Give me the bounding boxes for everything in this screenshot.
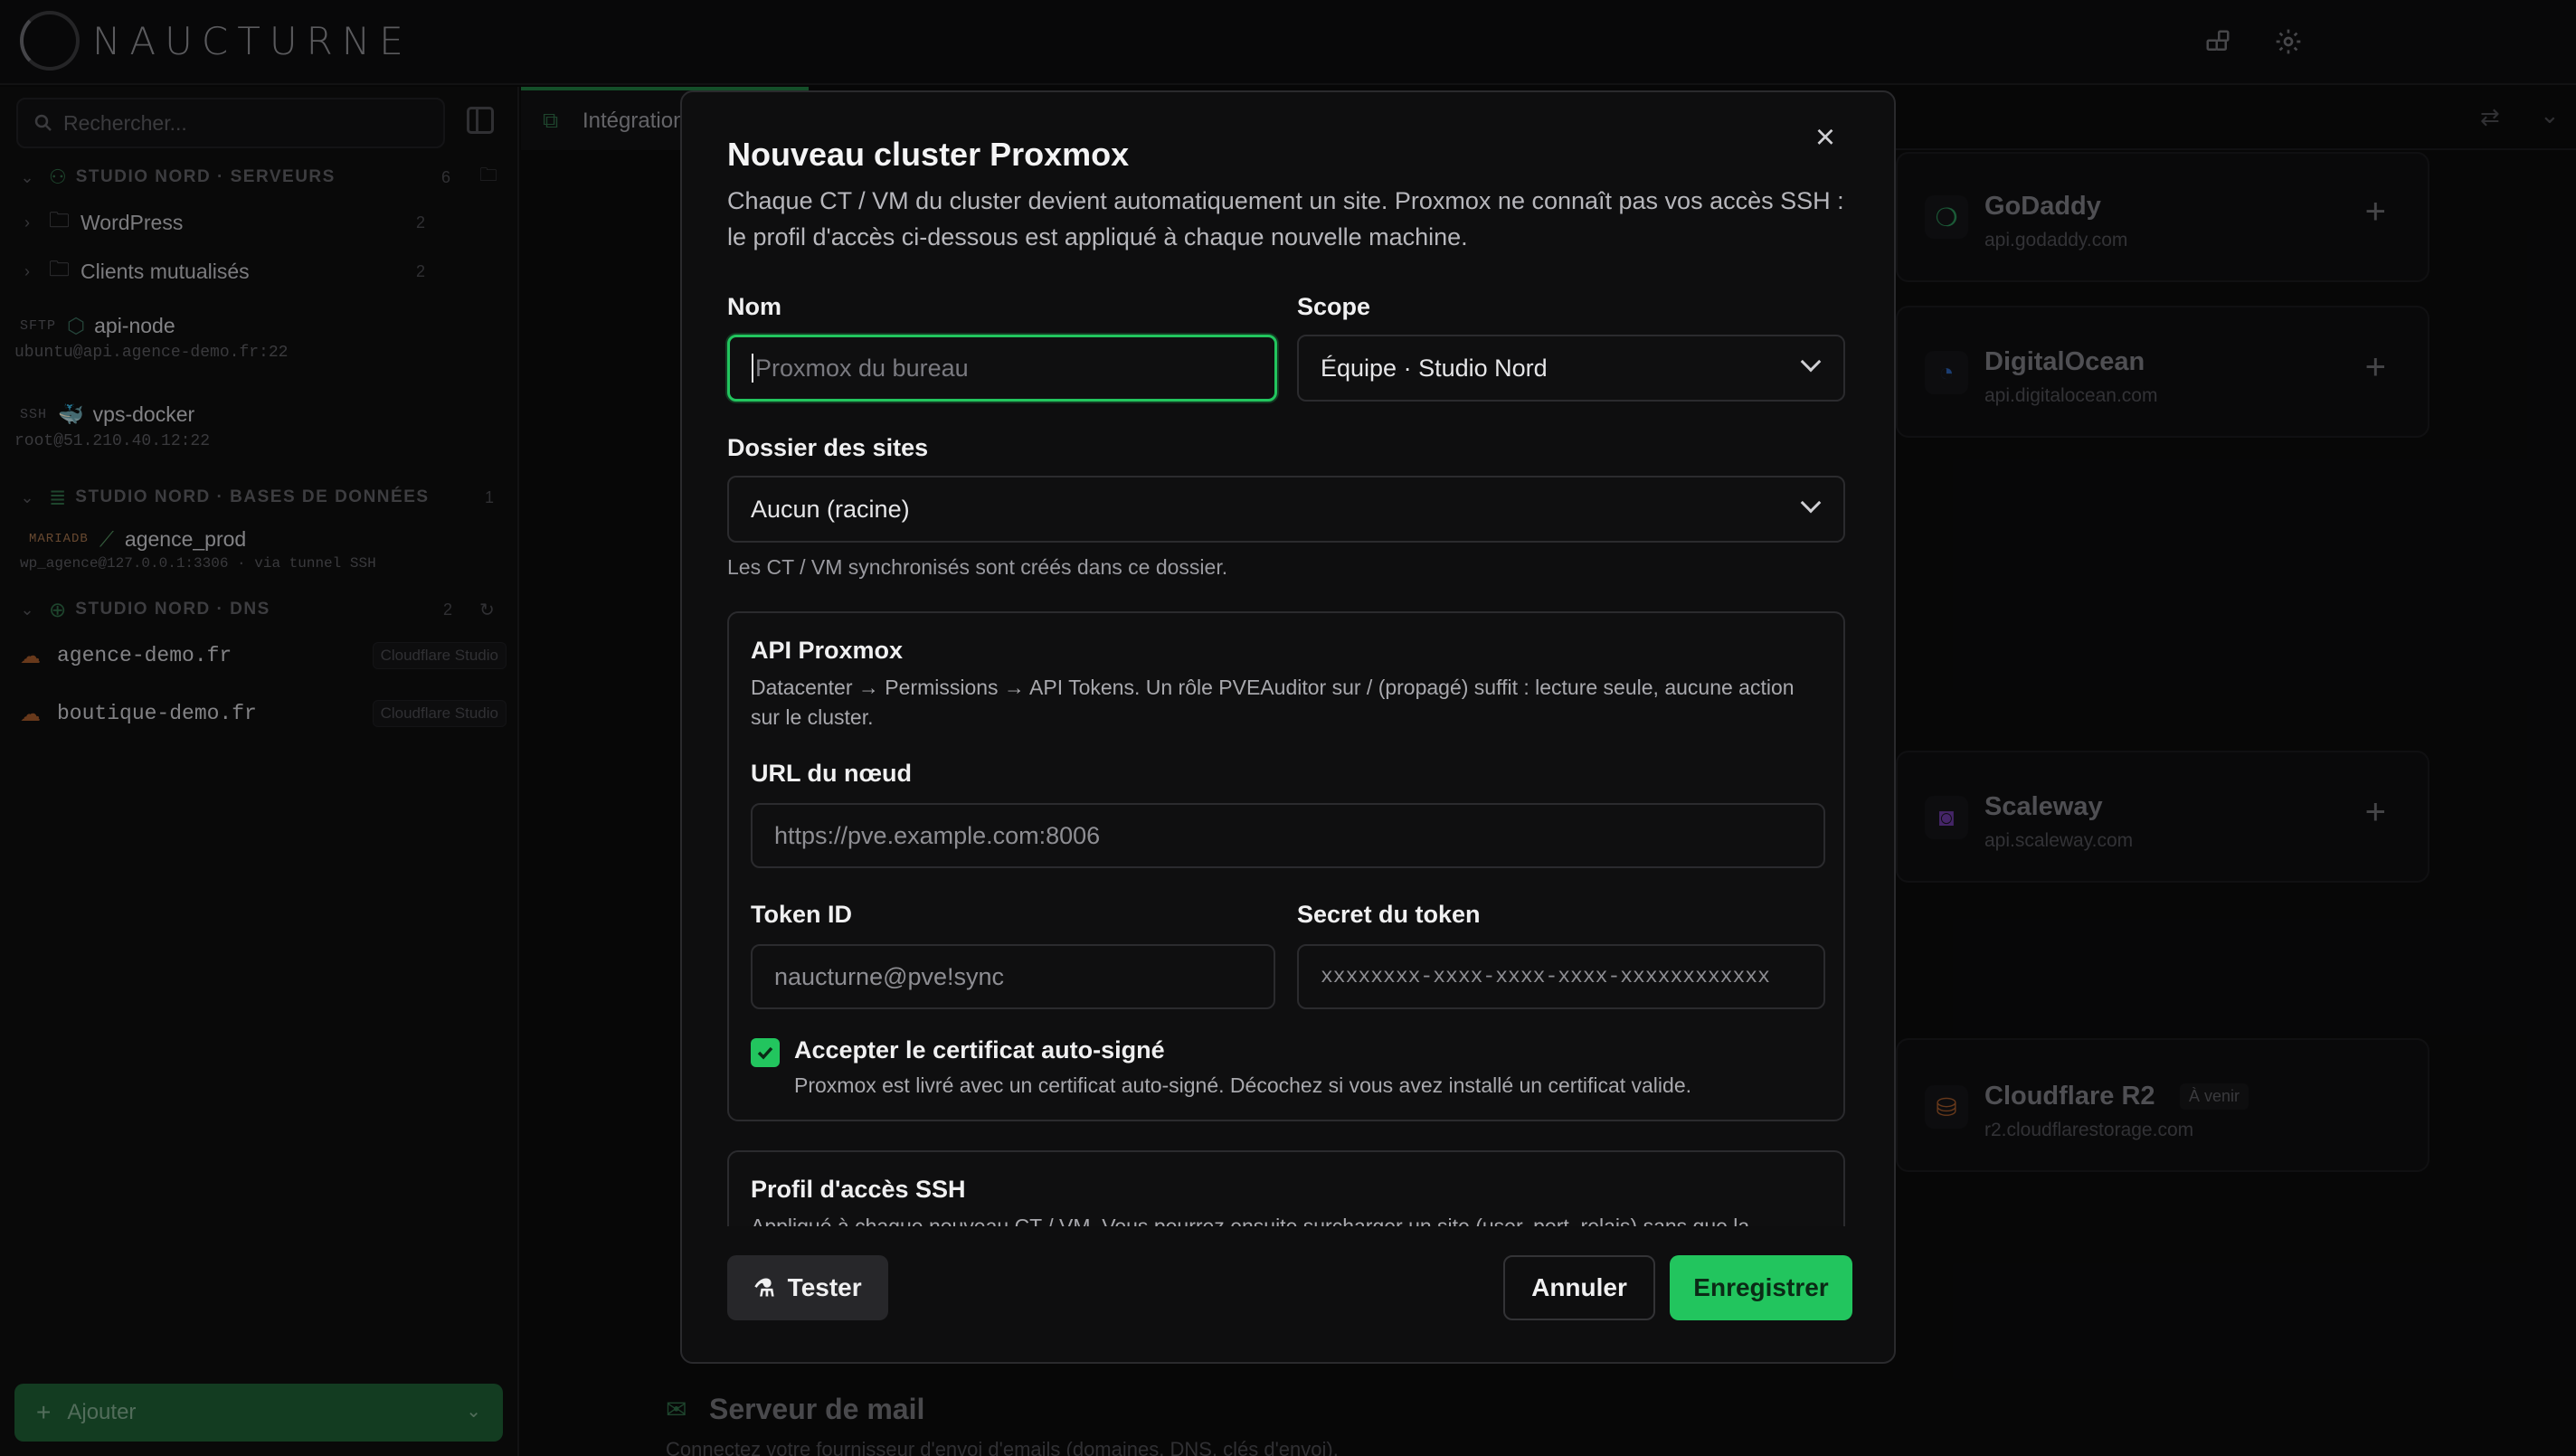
folder-hint: Les CT / VM synchronisés sont créés dans…: [727, 555, 1228, 579]
dialog-description: Chaque CT / VM du cluster devient automa…: [727, 187, 1844, 251]
url-placeholder: https://pve.example.com:8006: [774, 821, 1101, 849]
name-label: Nom: [727, 293, 781, 320]
name-placeholder: Proxmox du bureau: [755, 354, 969, 382]
url-input[interactable]: https://pve.example.com:8006: [751, 803, 1825, 868]
text-caret: [752, 354, 753, 383]
close-icon[interactable]: ×: [1807, 119, 1843, 156]
folder-select[interactable]: Aucun (racine): [727, 476, 1845, 543]
save-button[interactable]: Enregistrer: [1670, 1255, 1852, 1320]
url-label: URL du nœud: [751, 760, 912, 787]
token-id-placeholder: naucturne@pve!sync: [774, 962, 1005, 990]
chevron-down-icon: [1800, 351, 1822, 373]
scope-value: Équipe · Studio Nord: [1321, 354, 1548, 382]
secret-label: Secret du token: [1297, 901, 1481, 928]
token-secret-input[interactable]: xxxxxxxx-xxxx-xxxx-xxxx-xxxxxxxxxxxx: [1297, 944, 1825, 1009]
cancel-button[interactable]: Annuler: [1503, 1255, 1655, 1320]
name-input[interactable]: Proxmox du bureau: [727, 335, 1277, 402]
flask-icon: ⚗: [753, 1273, 775, 1301]
scope-select[interactable]: Équipe · Studio Nord: [1297, 335, 1845, 402]
accept-cert-hint: Proxmox est livré avec un certificat aut…: [794, 1073, 1691, 1097]
accept-cert-label[interactable]: Accepter le certificat auto-signé: [794, 1036, 1165, 1064]
ssh-panel-title: Profil d'accès SSH: [751, 1176, 966, 1203]
new-proxmox-cluster-dialog: × Nouveau cluster Proxmox Chaque CT / VM…: [680, 90, 1896, 1364]
token-id-label: Token ID: [751, 901, 853, 928]
scope-label: Scope: [1297, 293, 1371, 320]
api-panel-title: API Proxmox: [751, 637, 904, 664]
test-label: Tester: [787, 1273, 862, 1301]
accept-cert-checkbox[interactable]: [751, 1038, 780, 1067]
api-panel-description: Datacenter → Permissions → API Tokens. U…: [751, 676, 1795, 729]
chevron-down-icon: [1800, 492, 1822, 514]
token-id-input[interactable]: naucturne@pve!sync: [751, 944, 1275, 1009]
test-button[interactable]: ⚗ Tester: [727, 1255, 888, 1320]
folder-label: Dossier des sites: [727, 434, 929, 461]
checkmark-icon: [757, 1046, 773, 1060]
dialog-title: Nouveau cluster Proxmox: [727, 136, 1130, 173]
api-proxmox-panel: API Proxmox Datacenter → Permissions → A…: [727, 611, 1845, 1121]
folder-value: Aucun (racine): [751, 495, 910, 523]
secret-placeholder: xxxxxxxx-xxxx-xxxx-xxxx-xxxxxxxxxxxx: [1321, 965, 1770, 988]
